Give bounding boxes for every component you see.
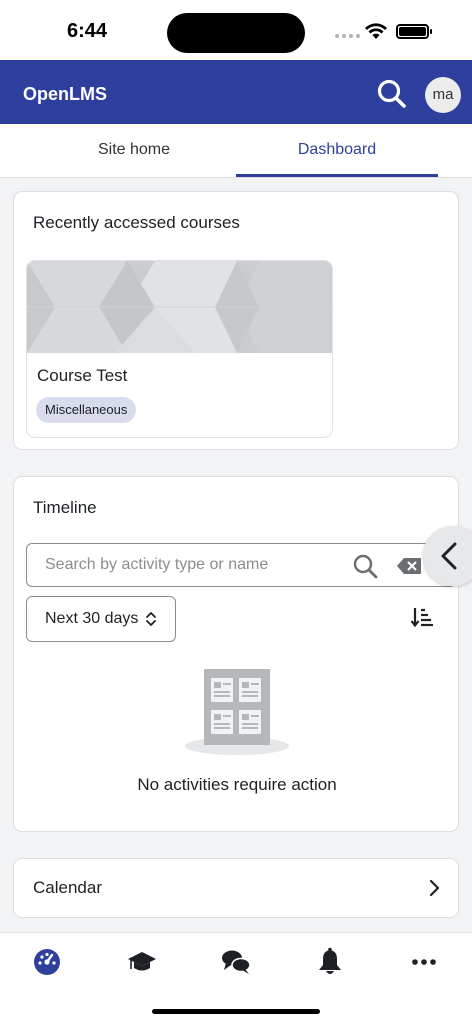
empty-state-message: No activities require action — [137, 775, 337, 794]
clear-icon[interactable] — [396, 557, 422, 575]
tab-site-home[interactable]: Site home — [33, 124, 235, 177]
date-filter-label: Next 30 days — [45, 610, 139, 627]
dynamic-island — [167, 13, 305, 53]
timeline-title: Timeline — [33, 498, 97, 517]
recent-courses-card: Recently accessed courses Course Test Mi… — [13, 191, 459, 450]
more-icon[interactable] — [409, 947, 439, 977]
user-avatar[interactable]: ma — [425, 77, 461, 113]
app-title: OpenLMS — [23, 84, 107, 104]
messages-icon[interactable] — [221, 947, 251, 977]
chevron-up-down-icon — [146, 612, 156, 626]
bell-icon[interactable] — [315, 947, 345, 977]
timeline-search-field — [26, 543, 456, 587]
wifi-icon — [365, 23, 387, 39]
battery-icon — [396, 24, 432, 39]
chevron-left-icon — [441, 542, 457, 570]
timeline-search-input[interactable] — [45, 556, 335, 574]
dashboard-icon[interactable] — [32, 947, 62, 977]
course-name: Course Test — [37, 366, 128, 385]
status-time: 6:44 — [67, 20, 108, 42]
search-icon[interactable] — [376, 78, 408, 110]
date-filter-select[interactable]: Next 30 days — [26, 596, 176, 642]
tab-dashboard[interactable]: Dashboard — [236, 124, 438, 177]
course-card[interactable]: Course Test Miscellaneous — [26, 260, 333, 438]
sort-icon[interactable] — [410, 605, 434, 629]
calendar-title: Calendar — [33, 878, 102, 897]
course-image — [27, 261, 332, 353]
course-category-badge: Miscellaneous — [36, 397, 137, 423]
timeline-card: Timeline Next 30 days — [13, 476, 459, 832]
search-icon[interactable] — [352, 553, 378, 579]
graduation-cap-icon[interactable] — [127, 947, 157, 977]
signal-icon — [335, 34, 360, 38]
app-bar: OpenLMS ma — [0, 60, 472, 124]
tab-bar: Site home Dashboard — [0, 124, 472, 178]
recent-courses-title: Recently accessed courses — [33, 213, 240, 232]
chevron-right-icon — [429, 879, 440, 897]
empty-state-illustration — [185, 669, 289, 755]
home-indicator — [152, 1009, 320, 1014]
status-bar: 6:44 — [0, 0, 472, 60]
calendar-card[interactable]: Calendar — [13, 858, 459, 918]
